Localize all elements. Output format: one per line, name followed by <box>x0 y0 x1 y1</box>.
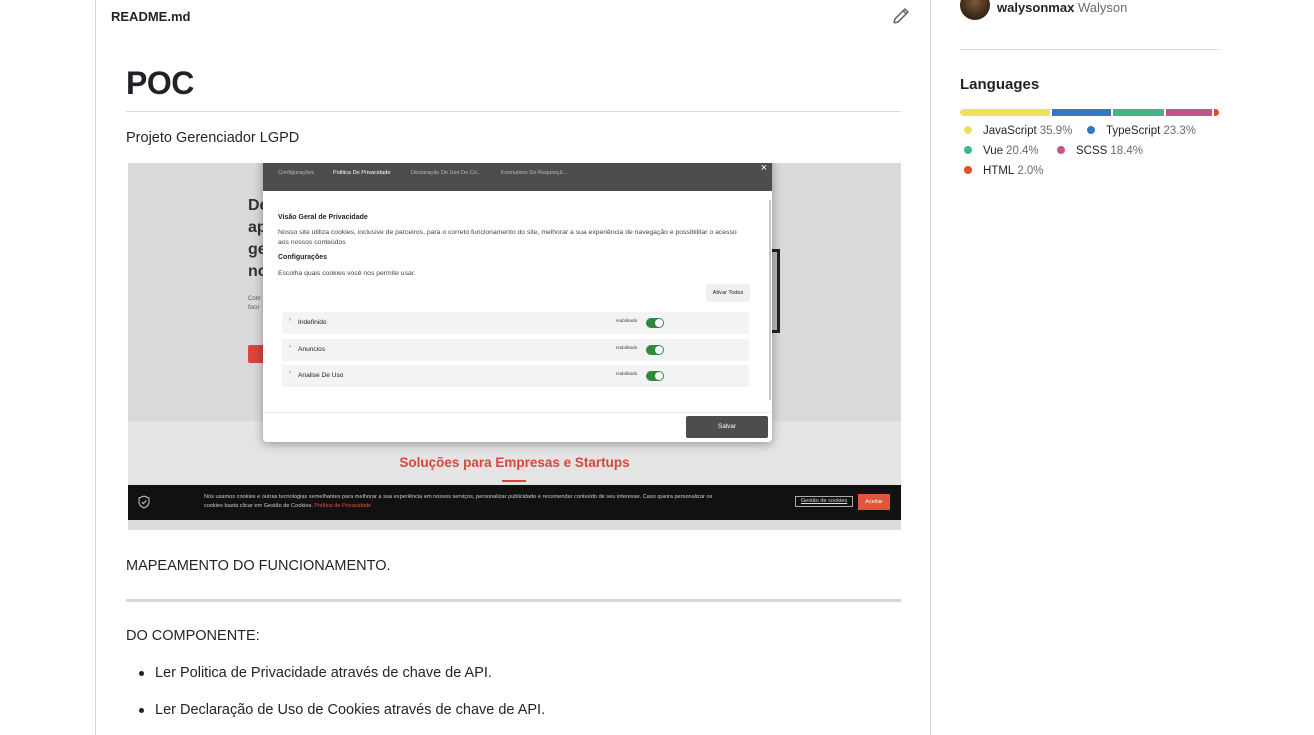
readme-screenshot: De ap ge no Com foco Soluções para Empre… <box>128 163 901 530</box>
language-color-dot <box>964 125 972 134</box>
language-bar-segment <box>960 109 1051 116</box>
language-item-scss[interactable]: SCSS 18.4% <box>1057 145 1143 157</box>
solutions-underline <box>502 480 526 482</box>
category-toggle <box>646 318 664 328</box>
language-item-typescript[interactable]: TypeScript 23.3% <box>1087 125 1196 137</box>
category-toggle <box>646 371 664 381</box>
category-label: Analise De Uso <box>298 372 344 379</box>
languages-title: Languages <box>960 76 1040 93</box>
feature-list: Ler Politica de Privacidade através de c… <box>139 665 545 735</box>
tab-formulario: Formulário De Requisiçã... <box>501 170 568 176</box>
list-item: Ler Declaração de Uso de Cookies através… <box>139 702 545 735</box>
tab-declaracao: Declaração De Uso De Co... <box>411 170 482 176</box>
language-item-vue[interactable]: Vue 20.4% <box>964 145 1039 157</box>
language-color-dot <box>1087 125 1095 134</box>
pencil-icon[interactable] <box>892 7 910 25</box>
language-bar-segment <box>1213 109 1219 116</box>
horizontal-rule <box>126 599 901 602</box>
settings-text: Escolha quais cookies você nos permite u… <box>278 270 416 277</box>
readme-title: POC <box>126 65 194 101</box>
language-item-javascript[interactable]: JavaScript 35.9% <box>964 125 1072 137</box>
cookie-category-row: › Analise De Uso Habilitado <box>282 365 749 387</box>
language-percent: 23.3% <box>1163 125 1196 137</box>
close-icon: × <box>760 163 767 174</box>
chevron-right-icon: › <box>289 344 291 350</box>
cookie-bar: Nós usamos cookies e outras tecnologias … <box>128 485 901 520</box>
category-label: Anuncios <box>298 346 326 353</box>
language-bar-segment <box>1165 109 1212 116</box>
language-name: Vue <box>983 145 1004 157</box>
chevron-right-icon: › <box>289 317 291 323</box>
language-percent: 18.4% <box>1110 145 1143 157</box>
shield-icon <box>138 495 150 509</box>
cookie-text: Nós usamos cookies e outras tecnologias … <box>204 493 724 511</box>
category-toggle <box>646 345 664 355</box>
contributor[interactable]: walysonmax Walyson <box>997 0 1127 15</box>
language-percent: 35.9% <box>1039 125 1073 137</box>
avatar[interactable] <box>960 0 990 20</box>
list-item: Ler Politica de Privacidade através de c… <box>139 665 545 702</box>
category-label: Indefinido <box>298 319 327 326</box>
privacy-overview-text: Nosso site utiliza cookies, inclusive de… <box>278 229 737 246</box>
readme-subtitle: Projeto Gerenciador LGPD <box>126 130 300 146</box>
sidebar-divider <box>960 49 1219 50</box>
privacy-overview-heading: Visão Geral de Privacidade <box>278 214 368 221</box>
modal-footer-divider <box>263 412 772 413</box>
language-name: TypeScript <box>1106 125 1161 137</box>
language-color-dot <box>1057 145 1065 154</box>
tab-politica: Politica De Privacidade <box>333 170 391 176</box>
accept-cookies-button: Aceitar <box>858 494 890 510</box>
save-button: Salvar <box>686 416 768 438</box>
category-status: Habilitado <box>616 372 638 377</box>
privacy-modal: Configurações Politica De Privacidade De… <box>263 163 772 442</box>
mapping-paragraph: MAPEAMENTO DO FUNCIONAMENTO. <box>126 558 391 574</box>
contributor-name: Walyson <box>1077 0 1128 15</box>
language-name: SCSS <box>1076 145 1108 157</box>
readme-filename[interactable]: README.md <box>111 9 190 24</box>
languages-bar <box>960 109 1219 116</box>
language-percent: 20.4% <box>1006 145 1039 157</box>
cookie-message: Nós usamos cookies e outras tecnologias … <box>204 494 713 509</box>
language-name: HTML <box>983 165 1015 177</box>
settings-heading: Configurações <box>278 254 328 261</box>
modal-scrollbar <box>769 200 771 400</box>
chevron-right-icon: › <box>289 370 291 376</box>
modal-tabs: Configurações Politica De Privacidade De… <box>263 163 772 191</box>
cookie-category-row: › Anuncios Habilitado <box>282 339 749 361</box>
category-status: Habilitado <box>616 319 638 324</box>
language-name: JavaScript <box>983 125 1037 137</box>
language-percent: 2.0% <box>1017 165 1044 177</box>
language-bar-segment <box>1112 109 1164 116</box>
readme-box: README.md POC Projeto Gerenciador LGPD D… <box>95 0 931 735</box>
privacy-policy-link: Política de Privacidade <box>314 503 372 509</box>
language-item-html[interactable]: HTML 2.0% <box>964 165 1044 177</box>
language-color-dot <box>964 165 972 174</box>
manage-cookies-button: Gestão de cookies <box>795 496 853 507</box>
language-bar-segment <box>1052 109 1111 116</box>
component-heading: DO COMPONENTE: <box>126 628 260 644</box>
contributor-login[interactable]: walysonmax <box>997 0 1074 15</box>
tab-configuracoes: Configurações <box>278 170 315 176</box>
language-color-dot <box>964 145 972 154</box>
title-divider <box>126 111 901 112</box>
category-status: Habilitado <box>616 346 638 351</box>
enable-all-button: Ativar Todos <box>706 284 750 302</box>
cookie-category-row: › Indefinido Habilitado <box>282 312 749 334</box>
solutions-heading: Soluções para Empresas e Startups <box>399 455 630 470</box>
readme-header: README.md <box>96 1 930 33</box>
